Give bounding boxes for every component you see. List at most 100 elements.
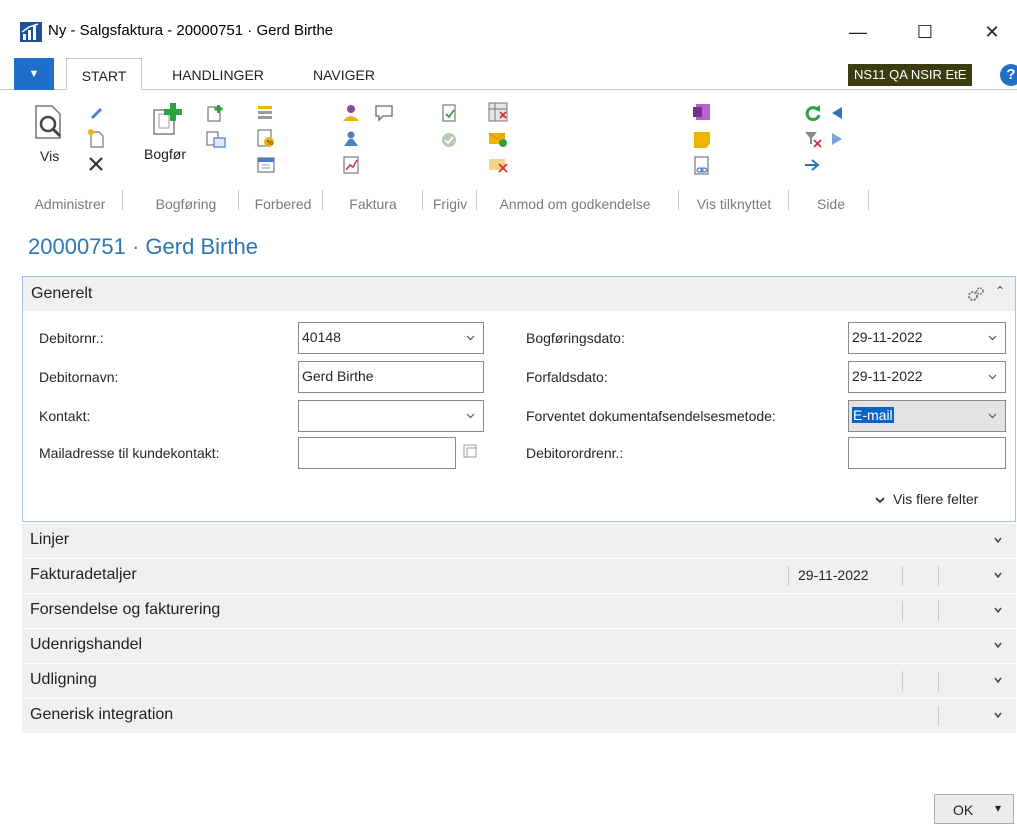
field-value: 29-11-2022 [852, 368, 923, 384]
field-label-dokumentafsendelsesmetode: Forventet dokumentafsendelsesmetode: [526, 408, 776, 424]
fasttab-generisk-integration[interactable]: Generisk integration [22, 699, 1016, 733]
customize-gears-icon[interactable] [967, 286, 985, 302]
ribbon-group-label: Forbered [254, 196, 312, 212]
ribbon-group-label: Faktura [349, 196, 397, 212]
ok-button[interactable]: OK ▾ [934, 794, 1014, 824]
field-label-debitorordrenr: Debitorordrenr.: [526, 445, 624, 461]
refresh-icon[interactable] [804, 104, 822, 122]
onenote-icon[interactable] [692, 102, 712, 122]
field-value: 40148 [302, 329, 341, 345]
show-more-fields-label: Vis flere felter [893, 491, 979, 507]
tab-handlinger[interactable]: HANDLINGER [158, 58, 278, 90]
clear-filter-icon[interactable] [804, 130, 822, 148]
post-print-icon[interactable] [206, 130, 226, 148]
fasttab-title: Fakturadetaljer [30, 566, 137, 583]
next-record-icon[interactable] [830, 132, 844, 146]
minimize-button[interactable]: — [835, 14, 881, 50]
chevron-down-icon[interactable] [988, 411, 997, 420]
chevron-down-icon[interactable] [466, 333, 475, 342]
tab-naviger[interactable]: NAVIGER [296, 58, 392, 90]
summary-separator [938, 601, 939, 621]
copy-document-icon[interactable] [256, 102, 276, 122]
fasttab-udligning[interactable]: Udligning [22, 664, 1016, 698]
fasttab-udenrigshandel[interactable]: Udenrigshandel [22, 629, 1016, 663]
ribbon-group-vis-tilknyttet: Vis tilknyttet [682, 98, 786, 216]
chevron-down-icon[interactable] [988, 333, 997, 342]
field-label-debitornr: Debitornr.: [39, 330, 104, 346]
chevron-down-icon[interactable] [994, 642, 1002, 648]
customer-name-field[interactable]: Gerd Birthe [298, 361, 484, 393]
approvals-icon[interactable] [342, 130, 360, 148]
chevron-down-icon[interactable] [994, 677, 1002, 683]
get-recurring-lines-icon[interactable] [256, 154, 276, 174]
comments-icon[interactable] [374, 104, 394, 122]
external-document-no-field[interactable] [848, 437, 1006, 469]
posting-date-dropdown[interactable]: 29-11-2022 [848, 322, 1006, 354]
fasttab-fakturadetaljer[interactable]: Fakturadetaljer 29-11-2022 [22, 559, 1016, 593]
fasttab-title: Linjer [30, 531, 70, 548]
ribbon-group-label: Vis tilknyttet [696, 196, 772, 212]
due-date-dropdown[interactable]: 29-11-2022 [848, 361, 1006, 393]
show-more-fields-link[interactable]: Vis flere felter [875, 491, 978, 507]
fasttab-linjer[interactable]: Linjer [22, 524, 1016, 558]
chevron-down-icon[interactable] [994, 607, 1002, 613]
ribbon-separator [476, 190, 477, 210]
customer-no-dropdown[interactable]: 40148 [298, 322, 484, 354]
ribbon-separator [788, 190, 789, 210]
release-document-icon[interactable] [440, 104, 458, 122]
maximize-button[interactable]: ☐ [902, 14, 948, 50]
contact-email-field[interactable] [298, 437, 456, 469]
customer-icon[interactable] [342, 104, 360, 122]
calculate-discount-icon[interactable]: % [256, 128, 276, 148]
application-menu-button[interactable]: ▼ [14, 58, 54, 90]
document-sending-method-dropdown[interactable]: E-mail [848, 400, 1006, 432]
chevron-down-icon[interactable] [994, 537, 1002, 543]
chevron-down-icon[interactable] [994, 712, 1002, 718]
chevron-down-icon[interactable] [994, 572, 1002, 578]
ribbon-separator [238, 190, 239, 210]
reopen-icon[interactable] [440, 130, 458, 148]
edit-pencil-icon[interactable] [88, 104, 104, 120]
svg-text:%: % [267, 139, 274, 147]
ribbon-group-bogforing: Bogfør Bogføring [138, 98, 234, 216]
ok-button-label: OK [953, 802, 974, 818]
statistics-icon[interactable] [342, 156, 360, 174]
summary-separator [938, 566, 939, 586]
close-button[interactable]: ✕ [969, 14, 1015, 50]
post-button-label[interactable]: Bogfør [144, 146, 186, 162]
fasttab-forsendelse-og-fakturering[interactable]: Forsendelse og fakturering [22, 594, 1016, 628]
field-value: E-mail [852, 407, 894, 423]
summary-separator [902, 671, 903, 691]
notes-icon[interactable] [692, 130, 712, 150]
tab-start[interactable]: START [66, 58, 142, 90]
new-document-icon[interactable] [86, 128, 106, 148]
general-fasttab-header[interactable]: Generelt ⌃ [23, 277, 1015, 311]
contact-dropdown[interactable] [298, 400, 484, 432]
help-icon[interactable]: ? [1000, 64, 1017, 86]
ok-dropdown-arrow-icon[interactable]: ▾ [995, 801, 1001, 815]
post-document-icon[interactable] [152, 102, 186, 136]
ribbon-separator [422, 190, 423, 210]
approval-request-icon[interactable] [488, 102, 508, 122]
send-approval-request-icon[interactable] [488, 130, 508, 148]
fasttab-title: Udligning [30, 671, 97, 688]
ribbon-group-frigiv: Frigiv [424, 98, 476, 216]
ribbon-group-label: Frigiv [432, 196, 468, 212]
go-to-icon[interactable] [804, 158, 820, 172]
chevron-down-icon[interactable] [466, 411, 475, 420]
fasttab-title: Udenrigshandel [30, 636, 143, 653]
chevron-up-icon[interactable]: ⌃ [995, 284, 1005, 298]
field-label-mailadresse: Mailadresse til kundekontakt: [39, 445, 220, 461]
view-button-label[interactable]: Vis [40, 148, 59, 164]
ribbon-separator [322, 190, 323, 210]
view-document-icon[interactable] [34, 104, 64, 140]
lookup-dialog-icon[interactable] [457, 437, 483, 469]
chevron-down-icon[interactable] [988, 372, 997, 381]
previous-record-icon[interactable] [830, 106, 844, 120]
links-icon[interactable] [692, 156, 712, 176]
ribbon-group-forbered: % Forbered [246, 98, 320, 216]
ribbon-group-label: Side [816, 196, 846, 212]
delete-icon[interactable] [88, 156, 104, 172]
post-batch-icon[interactable] [206, 104, 224, 122]
cancel-approval-request-icon[interactable] [488, 156, 508, 174]
